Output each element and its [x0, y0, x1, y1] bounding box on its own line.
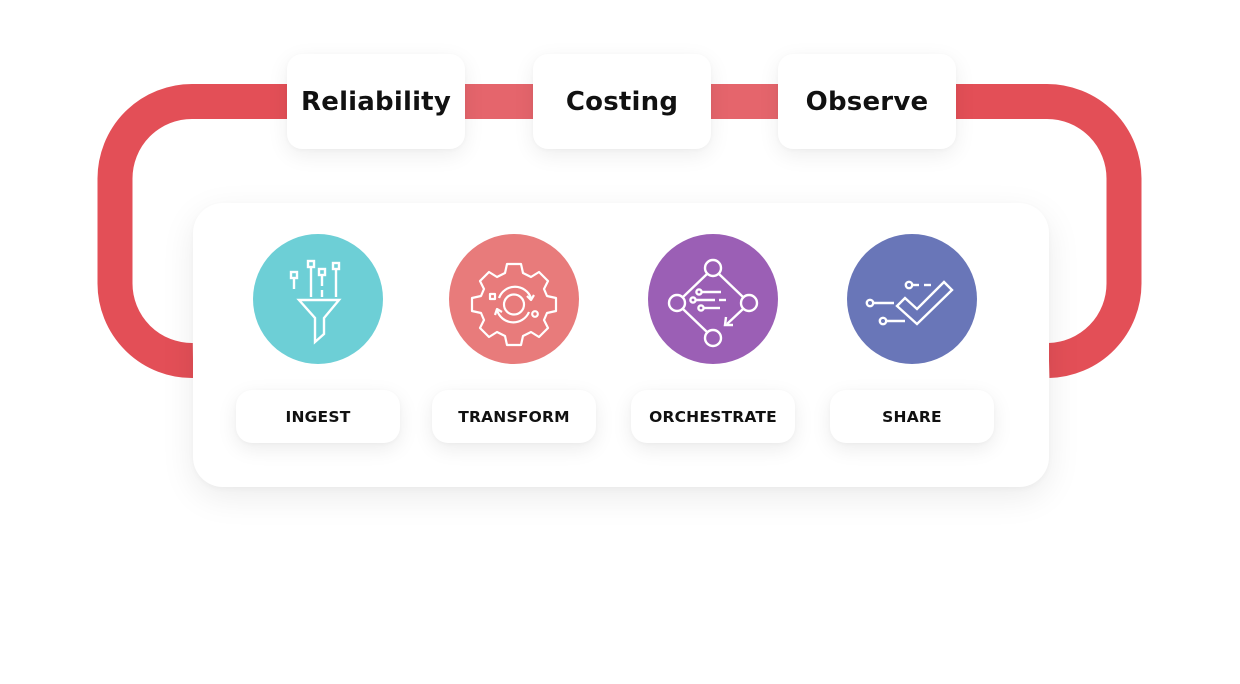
stage-label: SHARE: [830, 390, 994, 443]
stage-transform: TRANSFORM: [432, 203, 596, 487]
pillar-reliability: Reliability: [287, 54, 465, 149]
loop-band-mid-right: [711, 84, 778, 119]
gear-cycle-icon: [470, 262, 558, 347]
stage-ingest: INGEST: [236, 203, 400, 487]
loop-band-mid-left: [465, 84, 533, 119]
stage-share: SHARE: [830, 203, 994, 487]
pipeline-stages-card: INGEST TRANSFORM ORCHESTRATE SHARE: [193, 203, 1049, 487]
pillar-label: Observe: [805, 86, 929, 117]
pillar-label: Costing: [565, 86, 679, 117]
checkmark-circuit-icon: [865, 280, 954, 326]
stage-label: ORCHESTRATE: [631, 390, 795, 443]
orchestrate-badge: [648, 234, 778, 364]
stage-label: TRANSFORM: [432, 390, 596, 443]
pillar-costing: Costing: [533, 54, 711, 149]
pillar-label: Reliability: [301, 86, 451, 117]
ingest-badge: [253, 234, 383, 364]
node-diamond-icon: [667, 258, 759, 348]
pillar-observe: Observe: [778, 54, 956, 149]
share-badge: [847, 234, 977, 364]
transform-badge: [449, 234, 579, 364]
stage-label: INGEST: [236, 390, 400, 443]
stage-orchestrate: ORCHESTRATE: [631, 203, 795, 487]
funnel-icon: [289, 259, 342, 345]
